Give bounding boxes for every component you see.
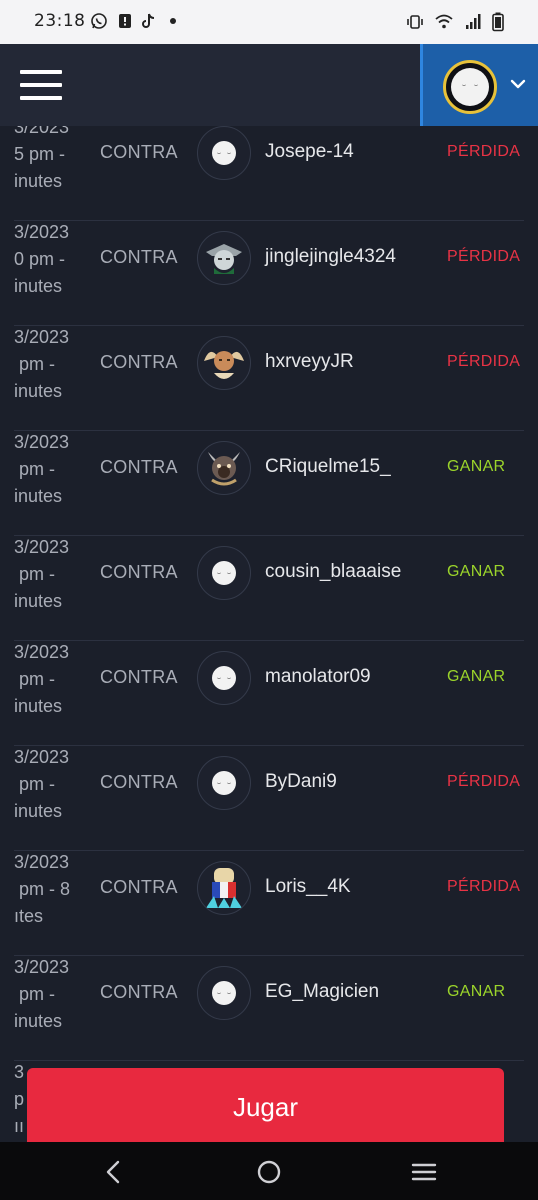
match-date: 3/2023 pm - inutes [14, 747, 70, 821]
match-row[interactable]: 3/2023 pm - inutes CONTRA manolator09 GANAR [14, 641, 524, 746]
hamburger-menu-icon[interactable] [20, 70, 62, 100]
contra-label: CONTRA [100, 352, 178, 372]
opponent-avatar-icon[interactable] [197, 651, 251, 705]
match-history-list[interactable]: 3/2023 5 pm - inutes CONTRA Josepe-14 PÉRDI… [0, 126, 538, 1142]
match-row[interactable]: 3/2023 pm - inutes CONTRA EG_Magicien GANAR [14, 956, 524, 1061]
match-result-badge: PÉRDIDA [447, 143, 521, 160]
contra-label: CONTRA [100, 562, 178, 582]
match-result-badge: PÉRDIDA [447, 353, 521, 370]
opponent-username[interactable]: cousin_blaaaise [265, 561, 401, 583]
status-right-icons [406, 12, 504, 32]
contra-label: CONTRA [100, 457, 178, 477]
match-row[interactable]: 3/2023 pm - inutes CONTRA CRiquelme15_ GANA… [14, 431, 524, 536]
match-date: 3/2023 pm - 8 ıtes [14, 852, 71, 926]
contra-label: CONTRA [100, 772, 178, 792]
opponent-username[interactable]: Loris__4K [265, 876, 351, 898]
opponent-username[interactable]: ByDani9 [265, 771, 337, 793]
opponent-avatar-icon[interactable] [197, 441, 251, 495]
match-row[interactable]: 3/2023 pm - inutes CONTRA hxrveyyJR PÉRDIDA [14, 326, 524, 431]
match-date: 3/2023 0 pm - inutes [14, 222, 70, 296]
status-bar: 23:18 [0, 0, 538, 44]
match-date: 3/2023 pm - inutes [14, 327, 70, 401]
opponent-avatar-icon[interactable] [197, 126, 251, 180]
match-row[interactable]: 3/2023 pm - 8 ıtes CONTRA Loris__4K PÉRDIDA [14, 851, 524, 956]
recents-icon[interactable] [410, 1158, 438, 1186]
opponent-avatar-icon[interactable] [197, 966, 251, 1020]
match-result-badge: PÉRDIDA [447, 878, 521, 895]
opponent-avatar-icon[interactable] [197, 756, 251, 810]
opponent-username[interactable]: CRiquelme15_ [265, 456, 391, 478]
tiktok-icon [142, 13, 155, 28]
opponent-avatar-icon[interactable] [197, 231, 251, 285]
match-date: 3/2023 pm - inutes [14, 537, 70, 611]
opponent-username[interactable]: hxrveyyJR [265, 351, 354, 373]
chevron-down-icon[interactable] [510, 76, 526, 92]
opponent-username[interactable]: EG_Magicien [265, 981, 379, 1003]
back-icon[interactable] [100, 1158, 128, 1186]
match-result-badge: GANAR [447, 983, 506, 1000]
battery-icon [492, 12, 504, 32]
vibrate-icon [407, 15, 423, 29]
whatsapp-icon [91, 13, 107, 29]
avatar-icon[interactable] [443, 60, 497, 114]
match-row[interactable]: 3/2023 0 pm - inutes CONTRA jinglejingle43… [14, 221, 524, 326]
match-date: 3/2023 pm - inutes [14, 957, 70, 1031]
play-button[interactable]: Jugar [27, 1068, 504, 1150]
opponent-avatar-icon[interactable] [197, 546, 251, 600]
match-date: 3/2023 pm - inutes [14, 432, 70, 506]
opponent-username[interactable]: jinglejingle4324 [265, 246, 396, 268]
contra-label: CONTRA [100, 247, 178, 267]
status-time: 23:18 [34, 11, 86, 31]
contra-label: CONTRA [100, 877, 178, 897]
match-result-badge: GANAR [447, 563, 506, 580]
opponent-avatar-icon[interactable] [197, 336, 251, 390]
match-result-badge: PÉRDIDA [447, 248, 521, 265]
match-row[interactable]: 3/2023 5 pm - inutes CONTRA Josepe-14 PÉRDI… [14, 126, 524, 221]
contra-label: CONTRA [100, 667, 178, 687]
contra-label: CONTRA [100, 142, 178, 162]
system-nav-bar [0, 1142, 538, 1200]
match-result-badge: GANAR [447, 668, 506, 685]
dot-icon [170, 18, 176, 24]
match-row[interactable]: 3/2023 pm - inutes CONTRA cousin_blaaaise G… [14, 536, 524, 641]
signal-icon [466, 14, 481, 29]
contra-label: CONTRA [100, 982, 178, 1002]
match-result-badge: GANAR [447, 458, 506, 475]
profile-menu-button[interactable] [420, 44, 538, 126]
app-header [0, 44, 538, 126]
opponent-avatar-icon[interactable] [197, 861, 251, 915]
match-row[interactable]: 3/2023 pm - inutes CONTRA ByDani9 PÉRDIDA [14, 746, 524, 851]
match-date: 3/2023 5 pm - inutes [14, 126, 70, 191]
opponent-username[interactable]: Josepe-14 [265, 141, 354, 163]
notification-icon [119, 14, 131, 28]
opponent-username[interactable]: manolator09 [265, 666, 371, 688]
match-date: 3/2023 pm - inutes [14, 642, 70, 716]
wifi-icon [435, 14, 453, 29]
home-icon[interactable] [255, 1158, 283, 1186]
match-result-badge: PÉRDIDA [447, 773, 521, 790]
screen: 23:18 3/2023 5 pm - inutes CONTRA Josepe… [0, 0, 538, 1200]
